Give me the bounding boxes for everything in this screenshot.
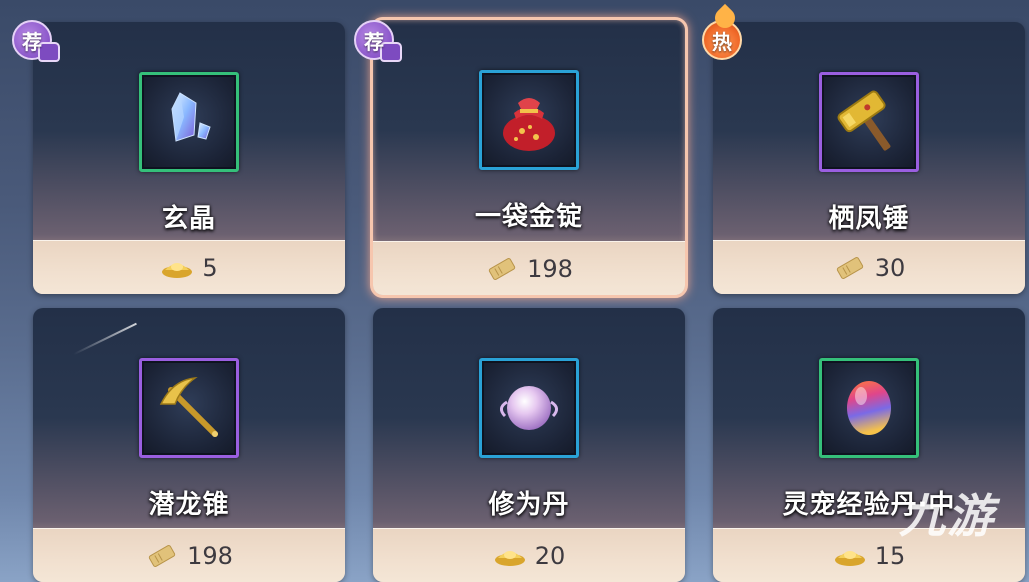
shop-grid: 玄晶 5 一袋金锭 198 栖凤锤 30 潜龙锥 198 修为丹 20 灵宠经验… — [0, 0, 1029, 582]
item-icon-frame — [479, 70, 579, 170]
pickaxe-icon — [159, 377, 218, 437]
item-icon-frame — [819, 358, 919, 458]
item-price: 198 — [527, 254, 573, 283]
item-price: 5 — [202, 253, 218, 282]
recommend-badge: 荐 — [354, 20, 402, 62]
ticket-icon — [148, 544, 176, 567]
hammer-icon — [837, 90, 891, 151]
gold-ingot-icon — [162, 262, 193, 278]
item-price: 198 — [187, 541, 233, 570]
money-bag-icon — [503, 98, 555, 151]
recommend-badge: 荐 — [12, 20, 60, 62]
item-icon-frame — [139, 72, 239, 172]
price-bar: 198 — [373, 241, 685, 295]
item-icon-frame — [139, 358, 239, 458]
price-bar: 30 — [713, 240, 1025, 294]
item-name: 栖凤锤 — [828, 204, 910, 234]
badge-label: 热 — [712, 29, 732, 54]
shop-item-card-1[interactable]: 玄晶 5 — [33, 22, 345, 294]
ticket-icon — [836, 256, 863, 279]
ticket-icon — [488, 257, 516, 280]
price-bar: 15 — [713, 528, 1025, 582]
item-name: 修为丹 — [488, 490, 570, 520]
item-name: 灵宠经验丹·中 — [782, 490, 956, 520]
item-icon-frame — [819, 72, 919, 172]
shop-item-card-6[interactable]: 灵宠经验丹·中 15 — [713, 308, 1025, 582]
badge-label: 荐 — [364, 29, 384, 54]
price-bar: 20 — [373, 528, 685, 582]
pearl-orb-icon — [500, 386, 558, 430]
gold-ingot-icon — [834, 550, 865, 566]
item-name: 潜龙锥 — [148, 490, 230, 520]
shop-item-card-3[interactable]: 栖凤锤 30 — [713, 22, 1025, 294]
price-bar: 198 — [33, 528, 345, 582]
price-bar: 5 — [33, 240, 345, 294]
rainbow-egg-icon — [847, 381, 891, 435]
badge-label: 荐 — [22, 29, 42, 54]
item-name: 一袋金锭 — [474, 202, 583, 232]
item-icon-frame — [479, 358, 579, 458]
item-price: 20 — [534, 541, 566, 570]
shop-item-card-2[interactable]: 一袋金锭 198 — [370, 17, 688, 298]
hot-badge: 热 — [702, 3, 742, 60]
item-price: 15 — [874, 541, 906, 570]
crystal-icon — [171, 92, 211, 142]
item-name: 玄晶 — [161, 204, 216, 234]
gold-ingot-icon — [494, 550, 525, 566]
shop-item-card-5[interactable]: 修为丹 20 — [373, 308, 685, 582]
item-price: 30 — [874, 253, 906, 282]
